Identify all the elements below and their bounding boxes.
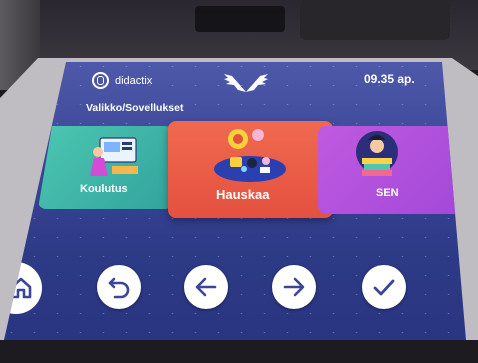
undo-button[interactable] — [97, 265, 141, 309]
tile-koulutus[interactable]: Koulutus — [38, 126, 173, 209]
brand-name: didactix — [115, 74, 153, 87]
undo-icon — [108, 277, 130, 299]
arrow-right-icon — [283, 277, 305, 297]
brand: didactix — [92, 72, 152, 89]
tile-hauskaa[interactable]: Hauskaa — [168, 121, 333, 218]
education-illustration-icon — [90, 137, 138, 176]
next-button[interactable] — [272, 265, 316, 309]
fun-illustration-icon — [214, 129, 286, 182]
previous-button[interactable] — [184, 265, 228, 309]
wings-logo-icon — [224, 74, 268, 92]
arrow-left-icon — [195, 277, 217, 297]
confirm-button[interactable] — [362, 265, 406, 309]
check-icon — [373, 279, 395, 296]
table-edge — [0, 340, 478, 363]
tile-sen-label: SEN — [376, 187, 399, 199]
breadcrumb: Valikko/Sovellukset — [86, 102, 184, 114]
clock: 09.35 ap. — [364, 72, 415, 86]
didactix-logo-icon — [92, 72, 109, 89]
tile-sen[interactable]: SEN — [318, 126, 466, 214]
chair — [195, 6, 285, 32]
tile-hauskaa-label: Hauskaa — [216, 187, 270, 202]
chair — [300, 0, 450, 40]
sen-illustration-icon — [356, 131, 398, 176]
tile-koulutus-label: Koulutus — [80, 183, 128, 195]
